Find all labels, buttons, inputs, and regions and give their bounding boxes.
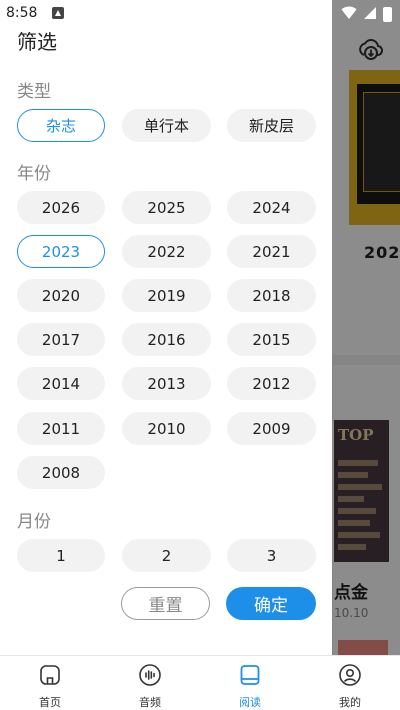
bottom-navigation: 首页 音频 阅读 我的: [0, 655, 400, 710]
status-bar: 8:58: [0, 0, 400, 26]
status-time: 8:58: [6, 5, 38, 21]
year-chip-selected[interactable]: 2023: [17, 235, 105, 268]
year-chip[interactable]: 2018: [227, 279, 316, 312]
type-chip-magazine[interactable]: 杂志: [17, 109, 105, 142]
nav-item-read[interactable]: 阅读: [200, 656, 300, 710]
nav-label-audio: 音频: [139, 696, 161, 709]
notification-icon: [52, 7, 64, 19]
nav-label-profile: 我的: [339, 696, 361, 709]
year-chip[interactable]: 2014: [17, 367, 105, 400]
audio-icon: [138, 663, 162, 691]
year-section-label: 年份: [17, 164, 51, 184]
battery-icon: [383, 7, 392, 22]
wifi-icon: [341, 5, 357, 24]
read-icon: [238, 663, 262, 691]
type-chip-neocortex[interactable]: 新皮层: [227, 109, 316, 142]
year-chip[interactable]: 2011: [17, 412, 105, 445]
year-chip[interactable]: 2009: [227, 412, 316, 445]
confirm-button[interactable]: 确定: [226, 587, 316, 620]
year-chip[interactable]: 2012: [227, 367, 316, 400]
nav-item-home[interactable]: 首页: [0, 656, 100, 710]
drawer-title: 筛选: [17, 30, 57, 54]
dim-overlay[interactable]: [332, 0, 400, 655]
year-chip[interactable]: 2013: [122, 367, 211, 400]
month-chip[interactable]: 2: [122, 539, 211, 572]
nav-label-home: 首页: [39, 696, 61, 709]
home-icon: [38, 663, 62, 691]
profile-icon: [338, 663, 362, 691]
month-chip[interactable]: 3: [227, 539, 316, 572]
signal-icon: [363, 5, 377, 24]
nav-item-audio[interactable]: 音频: [100, 656, 200, 710]
year-chip[interactable]: 2019: [122, 279, 211, 312]
year-chip[interactable]: 2015: [227, 323, 316, 356]
year-chip[interactable]: 2017: [17, 323, 105, 356]
type-section-label: 类型: [17, 82, 51, 102]
year-chip[interactable]: 2016: [122, 323, 211, 356]
status-icons: [341, 5, 392, 24]
year-chip[interactable]: 2026: [17, 191, 105, 224]
year-chip[interactable]: 2010: [122, 412, 211, 445]
filter-drawer: 筛选 类型 杂志 单行本 新皮层 年份 2026 2025 2024 2023 …: [0, 0, 332, 655]
year-chip[interactable]: 2024: [227, 191, 316, 224]
type-chip-single-volume[interactable]: 单行本: [122, 109, 211, 142]
year-chip[interactable]: 2022: [122, 235, 211, 268]
year-chip[interactable]: 2008: [17, 456, 105, 489]
year-chip[interactable]: 2020: [17, 279, 105, 312]
year-chip[interactable]: 2025: [122, 191, 211, 224]
year-chip[interactable]: 2021: [227, 235, 316, 268]
month-section-label: 月份: [17, 512, 51, 532]
nav-item-profile[interactable]: 我的: [300, 656, 400, 710]
reset-button[interactable]: 重置: [121, 587, 210, 620]
nav-label-read: 阅读: [239, 696, 261, 709]
month-chip[interactable]: 1: [17, 539, 105, 572]
